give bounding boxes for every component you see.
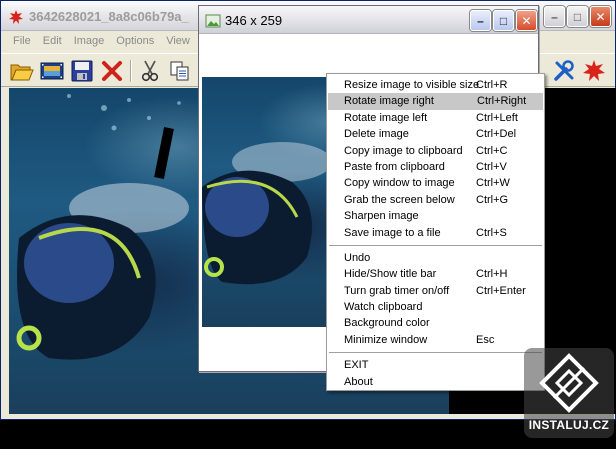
menu-file[interactable]: File xyxy=(7,32,37,52)
close-button[interactable]: ✕ xyxy=(590,6,611,27)
close-icon: ✕ xyxy=(595,9,606,24)
save-disk-icon xyxy=(71,60,93,82)
menu-item-rotate-right[interactable]: Rotate image right Ctrl+Right xyxy=(328,93,543,110)
instaluj-watermark: INSTALUJ.CZ xyxy=(524,348,614,438)
menu-item-shortcut: Ctrl+C xyxy=(476,144,508,157)
menu-item-resize[interactable]: Resize image to visible size Ctrl+R xyxy=(327,77,544,93)
menu-item-shortcut: Ctrl+H xyxy=(476,268,508,281)
menu-item-paste[interactable]: Paste from clipboard Ctrl+V xyxy=(327,159,544,175)
image-strip-icon xyxy=(40,62,64,80)
menu-item-shortcut: Esc xyxy=(476,333,495,346)
menu-item-label: Hide/Show title bar xyxy=(344,268,437,281)
minimize-icon: – xyxy=(477,13,484,28)
copy-button[interactable] xyxy=(167,58,193,84)
menu-image[interactable]: Image xyxy=(68,32,111,52)
minimize-icon: – xyxy=(551,9,558,24)
maximize-icon: □ xyxy=(499,13,508,28)
menu-item-minimize-window[interactable]: Minimize window Esc xyxy=(327,332,544,348)
view-title-bar[interactable]: 346 x 259 – □ ✕ xyxy=(199,6,538,34)
menu-item-label: Rotate image right xyxy=(344,95,434,108)
tools-icon xyxy=(554,60,574,81)
menu-view[interactable]: View xyxy=(160,32,196,52)
menu-item-shortcut: Ctrl+G xyxy=(476,193,509,206)
menu-edit[interactable]: Edit xyxy=(37,32,68,52)
menu-item-grab-screen[interactable]: Grab the screen below Ctrl+G xyxy=(327,192,544,208)
menu-item-label: About xyxy=(344,375,373,388)
menu-item-label: Paste from clipboard xyxy=(344,160,445,173)
menu-item-background-color[interactable]: Background color xyxy=(327,315,544,331)
view-window-controls: – □ ✕ xyxy=(470,10,537,31)
filmstrip-button[interactable] xyxy=(39,58,65,84)
menu-item-label: Watch clipboard xyxy=(344,301,423,314)
toolbar-separator xyxy=(130,60,132,82)
watermark-logo-icon xyxy=(539,353,599,413)
red-splat-app-icon xyxy=(9,10,23,24)
menu-item-label: Background color xyxy=(344,317,430,330)
menu-separator xyxy=(327,348,544,357)
menu-item-shortcut: Ctrl+W xyxy=(476,177,510,190)
view-maximize-button[interactable]: □ xyxy=(493,10,514,31)
menu-item-undo[interactable]: Undo xyxy=(327,250,544,266)
open-button[interactable] xyxy=(9,58,35,84)
maximize-button[interactable]: □ xyxy=(567,6,588,27)
menu-item-shortcut: Ctrl+R xyxy=(476,79,508,91)
image-window-icon xyxy=(205,14,221,28)
menu-item-label: Turn grab timer on/off xyxy=(344,284,450,297)
menu-options[interactable]: Options xyxy=(110,32,160,52)
cut-scissors-icon xyxy=(141,60,159,82)
menu-item-label: Undo xyxy=(344,251,371,264)
menu-item-shortcut: Ctrl+Enter xyxy=(476,284,526,297)
menu-item-label: Save image to a file xyxy=(344,226,441,239)
save-button[interactable] xyxy=(69,58,95,84)
menu-item-shortcut: Ctrl+V xyxy=(476,160,507,173)
menu-item-watch-clipboard[interactable]: Watch clipboard xyxy=(327,299,544,315)
menu-item-shortcut: Ctrl+Right xyxy=(477,95,527,108)
red-splat-icon xyxy=(583,60,605,81)
menu-item-label: Grab the screen below xyxy=(344,193,455,206)
menu-separator xyxy=(327,241,544,250)
cut-button[interactable] xyxy=(137,58,163,84)
view-minimize-button[interactable]: – xyxy=(470,10,491,31)
menu-item-label: EXIT xyxy=(344,359,369,372)
menu-item-label: Minimize window xyxy=(344,333,428,346)
maximize-icon: □ xyxy=(573,9,582,24)
watermark-text: INSTALUJ.CZ xyxy=(528,418,610,432)
minimize-button[interactable]: – xyxy=(544,6,565,27)
menu-item-shortcut: Ctrl+S xyxy=(476,226,507,239)
delete-x-icon xyxy=(102,61,122,81)
menu-item-label: Delete image xyxy=(344,128,409,141)
view-window-title: 346 x 259 xyxy=(225,13,283,28)
menu-item-label: Resize image to visible size xyxy=(344,79,480,91)
menu-item-toggle-title-bar[interactable]: Hide/Show title bar Ctrl+H xyxy=(327,266,544,282)
menu-item-label: Copy window to image xyxy=(344,177,455,190)
menu-item-save-image[interactable]: Save image to a file Ctrl+S xyxy=(327,225,544,241)
menu-item-label: Rotate image left xyxy=(344,111,428,124)
copy-pages-icon xyxy=(170,61,189,81)
menu-item-exit[interactable]: EXIT xyxy=(327,357,544,373)
main-window-controls: – □ ✕ xyxy=(544,6,611,27)
main-window-title: 3642628021_8a8c06b79a_ xyxy=(29,9,189,24)
menu-item-label: Sharpen image xyxy=(344,210,419,223)
context-menu: Resize image to visible size Ctrl+R Rotat… xyxy=(326,73,545,391)
menu-item-shortcut: Ctrl+Left xyxy=(476,111,518,124)
delete-button[interactable] xyxy=(99,58,125,84)
open-folder-icon xyxy=(10,64,34,81)
menu-item-about[interactable]: About xyxy=(327,374,544,390)
view-close-button[interactable]: ✕ xyxy=(516,10,537,31)
menu-item-delete-image[interactable]: Delete image Ctrl+Del xyxy=(327,126,544,142)
app-splat-button[interactable] xyxy=(581,58,607,84)
menu-item-copy-image[interactable]: Copy image to clipboard Ctrl+C xyxy=(327,143,544,159)
menu-item-grab-timer[interactable]: Turn grab timer on/off Ctrl+Enter xyxy=(327,283,544,299)
menu-item-rotate-left[interactable]: Rotate image left Ctrl+Left xyxy=(327,110,544,126)
menu-item-copy-window[interactable]: Copy window to image Ctrl+W xyxy=(327,175,544,191)
menu-item-label: Copy image to clipboard xyxy=(344,144,463,157)
menu-item-sharpen[interactable]: Sharpen image xyxy=(327,208,544,224)
close-icon: ✕ xyxy=(521,13,532,28)
menu-item-shortcut: Ctrl+Del xyxy=(476,128,517,141)
settings-button[interactable] xyxy=(551,58,577,84)
